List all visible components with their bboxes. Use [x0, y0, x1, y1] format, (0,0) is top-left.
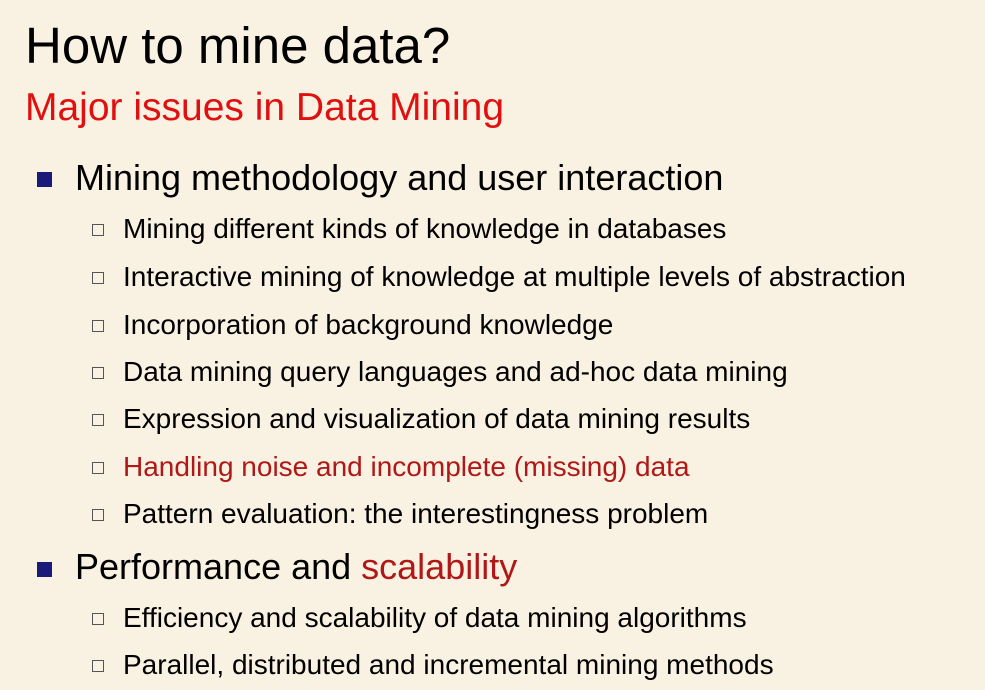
hollow-square-bullet-icon: [92, 660, 104, 672]
hollow-square-bullet-icon: [92, 462, 104, 474]
hollow-square-bullet-icon: [92, 613, 104, 625]
hollow-square-bullet-icon: [92, 414, 104, 426]
hollow-square-bullet-icon: [92, 509, 104, 521]
hollow-square-bullet-icon: [92, 367, 104, 379]
list-item-label: Handling noise and incomplete (missing) …: [123, 451, 690, 482]
list-item-label: Efficiency and scalability of data minin…: [123, 602, 747, 633]
list-item-label: Pattern evaluation: the interestingness …: [123, 498, 709, 529]
list-item-label: Expression and visualization of data min…: [123, 403, 751, 434]
section-heading-highlight: scalability: [361, 546, 518, 587]
list-item-label: Incorporation of background knowledge: [123, 309, 614, 340]
section-heading-prefix: Performance and: [75, 546, 362, 587]
list-item-label: Mining different kinds of knowledge in d…: [123, 213, 727, 244]
hollow-square-bullet-icon: [92, 224, 104, 236]
list-item-label: Data mining query languages and ad-hoc d…: [123, 356, 788, 387]
hollow-square-bullet-icon: [92, 320, 104, 332]
hollow-square-bullet-icon: [92, 272, 104, 284]
section-heading: Mining methodology and user interaction: [75, 157, 724, 198]
square-bullet-icon: [37, 562, 52, 577]
slide-subtitle: Major issues in Data Mining: [25, 86, 505, 129]
list-item-label: Parallel, distributed and incremental mi…: [123, 649, 774, 680]
section-heading: Performance and scalability: [75, 546, 517, 588]
slide-title: How to mine data?: [25, 17, 451, 74]
slide: How to mine data? Major issues in Data M…: [0, 0, 985, 690]
square-bullet-icon: [37, 172, 52, 187]
list-item-label: Interactive mining of knowledge at multi…: [123, 261, 906, 292]
